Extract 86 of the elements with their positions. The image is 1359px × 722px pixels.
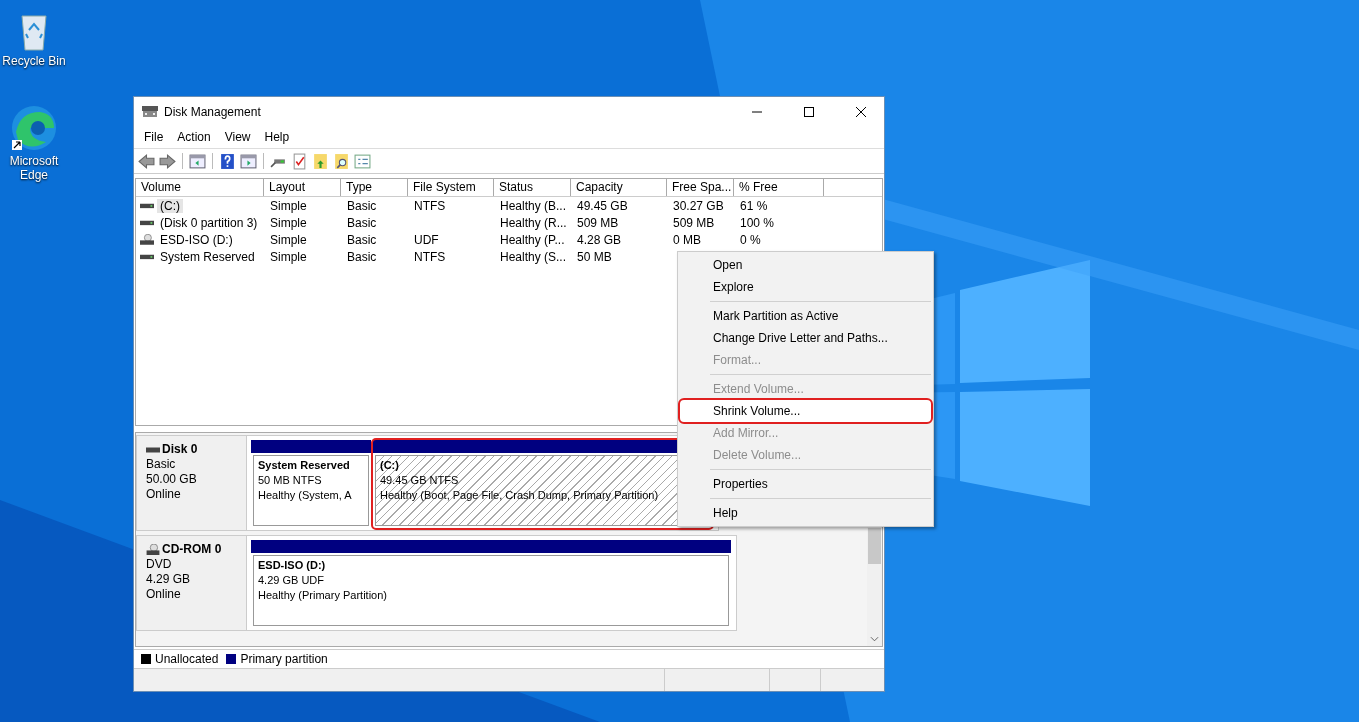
- menu-item[interactable]: Mark Partition as Active: [680, 305, 931, 327]
- table-cell-text: Basic: [346, 249, 378, 264]
- column-header[interactable]: Type: [341, 179, 408, 196]
- forward-arrow-icon[interactable]: [159, 152, 176, 170]
- scroll-down-icon[interactable]: [870, 636, 879, 642]
- table-cell-text: 509 MB: [672, 215, 716, 230]
- table-cell-text: Healthy (R...: [499, 215, 568, 230]
- disk-type: DVD: [146, 557, 173, 572]
- table-cell-text: Healthy (S...: [499, 249, 568, 264]
- table-cell-text: UDF: [413, 232, 440, 247]
- partition-name: (C:): [380, 458, 399, 473]
- disk-status: Online: [146, 487, 182, 502]
- back-arrow-icon[interactable]: [138, 152, 155, 170]
- menu-item[interactable]: Help: [257, 130, 297, 144]
- table-cell-text: 4.28 GB: [576, 232, 623, 247]
- partition-status: Healthy (Primary Partition): [258, 588, 387, 603]
- help-icon[interactable]: [219, 152, 236, 170]
- partition-status: Healthy (System, A: [258, 488, 352, 503]
- table-cell-text: 30.27 GB: [672, 198, 725, 213]
- table-cell-text: Healthy (P...: [499, 232, 566, 247]
- desktop-icon-label[interactable]: Microsoft Edge: [2, 154, 66, 182]
- disk-status: Online: [146, 587, 182, 602]
- table-cell-text: 50 MB: [576, 249, 613, 264]
- partition-size: 50 MB NTFS: [258, 473, 322, 488]
- partition-size: 4.29 GB UDF: [258, 573, 325, 588]
- menu-item[interactable]: Shrink Volume...: [680, 400, 931, 422]
- table-cell-text: NTFS: [413, 249, 447, 264]
- table-cell-text: 0 MB: [672, 232, 702, 247]
- table-cell-text: Basic: [346, 232, 378, 247]
- disk-name: Disk 0: [162, 442, 198, 457]
- table-cell-text: NTFS: [413, 198, 447, 213]
- disk-size: 4.29 GB: [146, 572, 192, 587]
- column-header[interactable]: % Free: [734, 179, 824, 196]
- table-cell-text: Simple: [269, 215, 308, 230]
- table-cell-text: Simple: [269, 232, 308, 247]
- properties-list-icon[interactable]: [354, 152, 371, 170]
- maximize-icon[interactable]: [804, 106, 814, 117]
- disk-name: CD-ROM 0: [162, 542, 222, 557]
- table-cell-text: 61 %: [739, 198, 769, 213]
- table-cell[interactable]: ESD-ISO (D:): [157, 232, 236, 247]
- optical-drive-icon: [146, 544, 160, 555]
- legend-label: Unallocated: [155, 652, 219, 666]
- table-cell[interactable]: (C:): [157, 198, 183, 213]
- column-header[interactable]: File System: [408, 179, 494, 196]
- column-header[interactable]: Capacity: [571, 179, 667, 196]
- folder-search-icon[interactable]: [333, 152, 350, 170]
- table-cell-text: Simple: [269, 249, 308, 264]
- partition-name: ESD-ISO (D:): [258, 558, 326, 573]
- disk-size: 50.00 GB: [146, 472, 198, 487]
- menu-item[interactable]: File: [137, 130, 171, 144]
- checklist-icon[interactable]: [291, 152, 308, 170]
- table-cell-text: 0 %: [739, 232, 762, 247]
- table-cell[interactable]: System Reserved: [157, 249, 258, 264]
- table-cell-text: Basic: [346, 215, 378, 230]
- table-cell-text: Simple: [269, 198, 308, 213]
- window-title: Disk Management: [164, 104, 261, 119]
- partition-status: Healthy (Boot, Page File, Crash Dump, Primary Partition): [380, 488, 659, 503]
- menu-item[interactable]: Explore: [680, 276, 931, 298]
- menu-item[interactable]: Action: [170, 130, 218, 144]
- column-header[interactable]: Layout: [264, 179, 341, 196]
- partition-name: System Reserved: [258, 458, 350, 473]
- table-cell-text: 100 %: [739, 215, 776, 230]
- column-header[interactable]: Status: [494, 179, 571, 196]
- table-cell-text: Healthy (B...: [499, 198, 568, 213]
- desktop-icon-label[interactable]: Recycle Bin: [2, 54, 66, 68]
- disk-label-panel[interactable]: Disk 0 Basic 50.00 GB Online: [136, 435, 247, 531]
- legend-label: Primary partition: [240, 652, 328, 666]
- folder-up-icon[interactable]: [312, 152, 329, 170]
- disk-icon: [142, 105, 158, 118]
- column-header[interactable]: Free Spa...: [667, 179, 734, 196]
- optical-drive-icon: [140, 234, 154, 245]
- console-tree-icon[interactable]: [189, 152, 206, 170]
- table-cell-text: Basic: [346, 198, 378, 213]
- disk-label-panel[interactable]: CD-ROM 0 DVD 4.29 GB Online: [136, 535, 247, 631]
- table-cell[interactable]: (Disk 0 partition 3): [157, 215, 261, 230]
- menu-item[interactable]: Open: [680, 254, 931, 276]
- table-cell-text: 49.45 GB: [576, 198, 629, 213]
- partition-size: 49.45 GB NTFS: [380, 473, 459, 488]
- menu-item[interactable]: View: [217, 130, 258, 144]
- close-icon[interactable]: [856, 106, 866, 117]
- browser-icon[interactable]: [10, 104, 58, 152]
- action-pane-icon[interactable]: [240, 152, 257, 170]
- column-header[interactable]: Volume: [136, 179, 264, 196]
- table-cell-text: 509 MB: [576, 215, 620, 230]
- menu-item[interactable]: Change Drive Letter and Paths...: [680, 327, 931, 349]
- disk-type: Basic: [146, 457, 177, 472]
